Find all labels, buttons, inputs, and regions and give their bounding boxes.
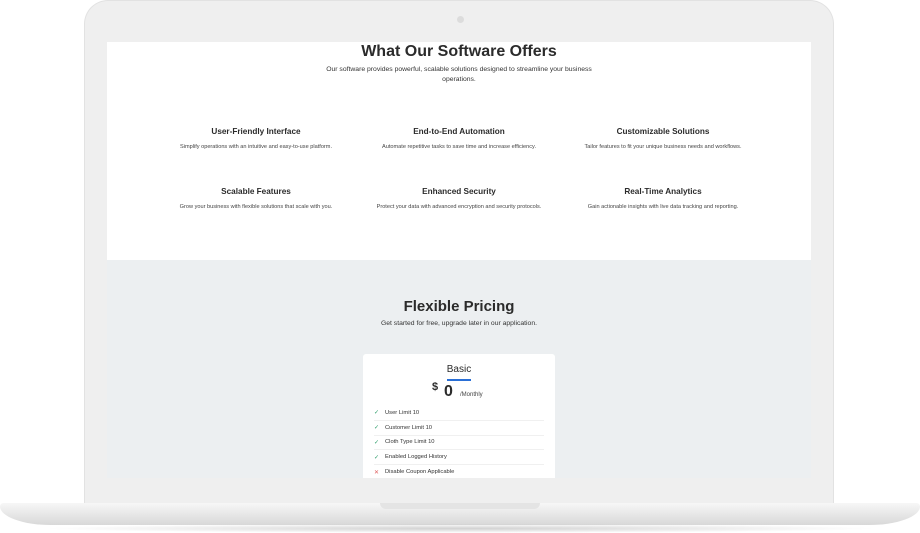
feature-card: User-Friendly Interface Simplify operati… — [146, 127, 366, 150]
plan-currency: $ — [432, 381, 439, 393]
list-item: ✓ Enabled Logged History — [374, 450, 544, 466]
offers-title: What Our Software Offers — [361, 43, 557, 60]
plan-feature-label: User Limit 10 — [385, 409, 420, 416]
plan-feature-label: Disable Coupon Applicable — [385, 469, 455, 476]
plan-features-list: ✓ User Limit 10 ✓ Customer Limit 10 ✓ Cl… — [374, 406, 544, 478]
feature-title: Scalable Features — [221, 187, 291, 196]
plan-price: 0 — [444, 383, 453, 400]
feature-card: Real-Time Analytics Gain actionable insi… — [553, 187, 773, 210]
screen: What Our Software Offers Our software pr… — [107, 42, 811, 478]
check-icon: ✓ — [374, 410, 380, 417]
feature-title: Real-Time Analytics — [624, 187, 702, 196]
feature-desc: Simplify operations with an intuitive an… — [179, 144, 333, 150]
offers-subtitle: Our software provides powerful, scalable… — [326, 66, 592, 83]
plan-name-underline — [447, 379, 471, 381]
feature-desc: Gain actionable insights with live data … — [587, 204, 739, 210]
camera-icon — [457, 16, 464, 23]
feature-title: Enhanced Security — [422, 187, 496, 196]
feature-desc: Protect your data with advanced encrypti… — [376, 204, 542, 210]
offers-section: What Our Software Offers Our software pr… — [107, 42, 811, 260]
check-icon: ✓ — [374, 439, 380, 446]
feature-title: Customizable Solutions — [616, 127, 710, 136]
plan-feature-label: Cloth Type Limit 10 — [385, 439, 435, 446]
laptop-shadow — [40, 524, 880, 533]
list-item: ✓ Cloth Type Limit 10 — [374, 436, 544, 451]
check-icon: ✓ — [374, 425, 380, 432]
pricing-title: Flexible Pricing — [403, 298, 515, 315]
list-item: ✓ User Limit 10 — [374, 406, 544, 421]
plan-feature-label: Enabled Logged History — [385, 454, 447, 461]
list-item: ✕ Disable Coupon Applicable — [374, 465, 544, 478]
pricing-section: Flexible Pricing Get started for free, u… — [107, 260, 811, 478]
plan-feature-label: Customer Limit 10 — [385, 424, 433, 431]
plan-period: /Monthly — [460, 392, 483, 398]
feature-card: Enhanced Security Protect your data with… — [349, 187, 569, 210]
plan-name: Basic — [446, 364, 472, 375]
feature-desc: Automate repetitive tasks to save time a… — [381, 144, 536, 150]
cross-icon: ✕ — [374, 469, 380, 476]
list-item: ✓ Customer Limit 10 — [374, 421, 544, 436]
plan-card-basic[interactable]: Basic $ 0 /Monthly ✓ User Limit 10 ✓ Cus… — [363, 354, 555, 478]
feature-title: End-to-End Automation — [413, 127, 505, 136]
feature-card: Customizable Solutions Tailor features t… — [553, 127, 773, 150]
laptop-notch — [380, 503, 540, 509]
feature-card: End-to-End Automation Automate repetitiv… — [349, 127, 569, 150]
feature-title: User-Friendly Interface — [211, 127, 301, 136]
feature-desc: Tailor features to fit your unique busin… — [584, 144, 742, 150]
check-icon: ✓ — [374, 454, 380, 461]
feature-desc: Grow your business with flexible solutio… — [179, 204, 333, 210]
feature-card: Scalable Features Grow your business wit… — [146, 187, 366, 210]
pricing-subtitle: Get started for free, upgrade later in o… — [380, 320, 538, 327]
